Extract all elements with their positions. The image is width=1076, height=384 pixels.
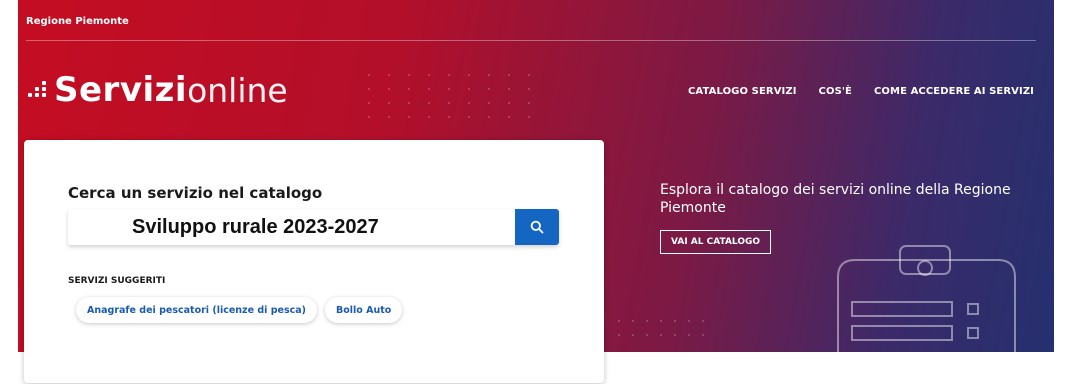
search-button[interactable] (515, 209, 559, 245)
suggestion-anagrafe-pescatori[interactable]: Anagrafe dei pescatori (licenze di pesca… (76, 297, 317, 323)
search-input[interactable] (68, 209, 515, 245)
brand-name-bold: Servizi (54, 70, 188, 110)
search-card-title: Cerca un servizio nel catalogo (68, 184, 323, 202)
nav-cos-e[interactable]: COS'È (819, 86, 852, 97)
search-bar (68, 209, 559, 245)
search-card: Cerca un servizio nel catalogo SERVIZI S… (24, 140, 604, 383)
decorative-dot-grid-top (368, 74, 538, 134)
main-nav: CATALOGO SERVIZI COS'È COME ACCEDERE AI … (688, 86, 1034, 97)
region-label[interactable]: Regione Piemonte (26, 16, 129, 27)
dots-logo-icon (26, 77, 50, 103)
nav-come-accedere[interactable]: COME ACCEDERE AI SERVIZI (874, 86, 1034, 97)
vai-al-catalogo-button[interactable]: VAI AL CATALOGO (660, 230, 772, 254)
id-card-icon (837, 245, 1016, 352)
suggested-services-title: SERVIZI SUGGERITI (68, 276, 166, 286)
decorative-dot-grid-bottom (618, 320, 718, 340)
explore-text: Esplora il catalogo dei servizi online d… (660, 182, 1011, 216)
brand-logo[interactable]: Servizi online (26, 70, 288, 110)
search-icon (530, 220, 544, 234)
suggested-services-list: Anagrafe dei pescatori (licenze di pesca… (76, 297, 403, 323)
nav-catalogo-servizi[interactable]: CATALOGO SERVIZI (688, 86, 797, 97)
header-divider (26, 40, 1036, 41)
suggestion-bollo-auto[interactable]: Bollo Auto (325, 297, 403, 323)
page: Regione Piemonte Servizi online CATALOGO … (0, 0, 1076, 384)
brand-name-light: online (187, 70, 288, 110)
